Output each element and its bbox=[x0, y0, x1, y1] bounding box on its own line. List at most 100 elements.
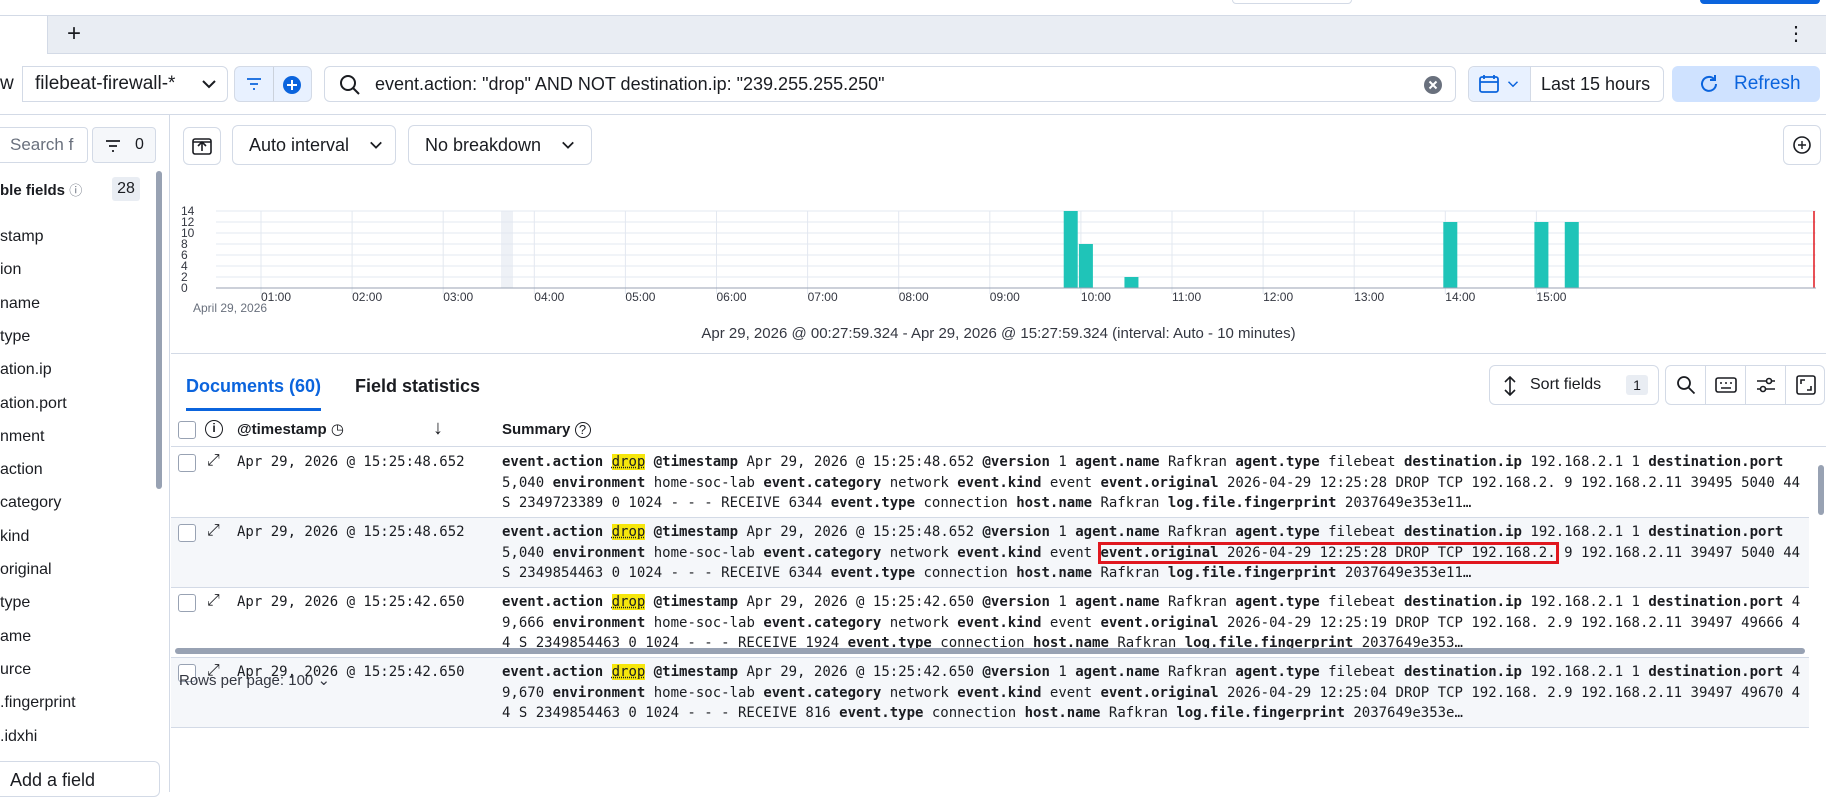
sidebar-field-item[interactable]: kind bbox=[0, 528, 29, 546]
row-timestamp: Apr 29, 2026 @ 15:25:48.652 bbox=[237, 524, 465, 540]
breakdown-select[interactable]: No breakdown bbox=[408, 125, 592, 165]
search-icon bbox=[339, 74, 361, 96]
field-filter-button[interactable]: 0 bbox=[92, 127, 156, 163]
sort-fields-label: Sort fields bbox=[1530, 366, 1601, 404]
main-panel: Auto interval No breakdown 14 12 10 8 6 4 2 0 01… bbox=[171, 115, 1826, 792]
expand-icon[interactable]: ⤢ bbox=[207, 522, 220, 540]
filter-icon bbox=[105, 139, 121, 153]
breakdown-label: No breakdown bbox=[425, 126, 541, 164]
table-row[interactable]: ⤢ Apr 29, 2026 @ 15:25:42.650 event.action… bbox=[171, 658, 1809, 728]
sort-desc-icon[interactable]: ↓ bbox=[433, 417, 443, 440]
chart-settings-icon bbox=[1792, 135, 1812, 155]
sidebar-field-item[interactable]: nment bbox=[0, 428, 44, 446]
expand-icon[interactable]: ⤢ bbox=[207, 592, 220, 610]
search-button[interactable] bbox=[1666, 366, 1706, 404]
filter-options-icon[interactable] bbox=[246, 77, 262, 91]
expand-icon[interactable]: ⤢ bbox=[207, 452, 220, 470]
sidebar-field-item[interactable]: urce bbox=[0, 661, 31, 679]
row-checkbox[interactable] bbox=[178, 594, 196, 612]
available-fields-header[interactable]: ble fields ⓘ bbox=[0, 180, 82, 199]
summary-column-header[interactable]: Summary ? bbox=[502, 413, 591, 447]
x-tick-label: 03:00 bbox=[443, 290, 473, 304]
query-bar: w filebeat-firewall-* event.action: "dro… bbox=[0, 62, 1826, 106]
sidebar-field-item[interactable]: name bbox=[0, 295, 40, 313]
sidebar-field-item[interactable]: type bbox=[0, 328, 30, 346]
x-tick-label: 09:00 bbox=[990, 290, 1020, 304]
info-icon: ⓘ bbox=[69, 183, 82, 198]
table-horizontal-scrollbar[interactable] bbox=[171, 648, 1811, 654]
x-tick-label: 02:00 bbox=[352, 290, 382, 304]
summary-text: event.original 2026-04-29 12:25:28 DROP … bbox=[1101, 475, 1556, 491]
sidebar-scrollbar[interactable] bbox=[156, 171, 162, 489]
divider bbox=[273, 67, 274, 101]
export-chart-button[interactable] bbox=[183, 127, 221, 165]
sort-fields-button[interactable]: Sort fields 1 bbox=[1489, 365, 1659, 405]
histogram-chart[interactable]: 1412108642001:00 02:00 03:00 04:00 05:00 06:0… bbox=[171, 175, 1826, 375]
clock-icon: ◷ bbox=[331, 421, 344, 438]
query-input[interactable]: event.action: "drop" AND NOT destination… bbox=[324, 66, 1456, 102]
y-tick-label: 0 bbox=[181, 281, 188, 295]
tab-field-statistics[interactable]: Field statistics bbox=[355, 361, 480, 411]
refresh-icon bbox=[1698, 74, 1720, 94]
add-field-label: Add a field bbox=[10, 762, 95, 798]
refresh-button[interactable]: Refresh bbox=[1672, 66, 1820, 102]
display-settings-button[interactable] bbox=[1746, 366, 1786, 404]
refresh-label: Refresh bbox=[1734, 66, 1801, 102]
tab-documents[interactable]: Documents (60) bbox=[186, 361, 321, 411]
chart-bar bbox=[1064, 211, 1078, 288]
sidebar-field-item[interactable]: .fingerprint bbox=[0, 694, 76, 712]
quick-menu-button[interactable] bbox=[1469, 67, 1531, 101]
timestamp-column-header[interactable]: @timestamp ◷ bbox=[237, 413, 344, 447]
clear-icon[interactable] bbox=[1423, 75, 1443, 95]
row-summary: event.action drop @timestamp Apr 29, 202… bbox=[502, 592, 1802, 656]
sidebar-field-item[interactable]: type bbox=[0, 594, 30, 612]
date-picker[interactable]: Last 15 hours bbox=[1468, 66, 1664, 102]
rows-per-page[interactable]: Rows per page: 100 ⌄ bbox=[179, 671, 330, 689]
sort-icon bbox=[1502, 376, 1518, 396]
summary-text: event.original 2026-04-29 12:25:19 DROP … bbox=[1101, 615, 1539, 631]
field-sidebar: Search f 0 ble fields ⓘ 28 stamp ion name t… bbox=[0, 115, 170, 792]
top-header bbox=[0, 0, 1826, 16]
chevron-down-icon bbox=[369, 138, 383, 152]
sidebar-field-item[interactable]: original bbox=[0, 561, 52, 579]
interval-select[interactable]: Auto interval bbox=[232, 125, 396, 165]
sidebar-field-item[interactable]: .idxhi bbox=[0, 728, 37, 746]
chevron-down-icon: ⌄ bbox=[317, 672, 330, 689]
dataview-label: filebeat-firewall-* bbox=[35, 67, 175, 101]
header-button[interactable] bbox=[1232, 0, 1352, 4]
field-search-input[interactable]: Search f bbox=[0, 127, 88, 163]
add-filter-icon[interactable] bbox=[282, 75, 302, 95]
more-options-icon[interactable]: ⋮ bbox=[1786, 24, 1798, 46]
select-all-checkbox[interactable] bbox=[178, 421, 196, 439]
divider bbox=[171, 353, 1826, 354]
row-checkbox[interactable] bbox=[178, 454, 196, 472]
help-icon: ? bbox=[575, 422, 591, 438]
highlighted-event-original: event.original 2026-04-29 12:25:28 DROP … bbox=[1101, 545, 1556, 561]
table-row[interactable]: ⤢ Apr 29, 2026 @ 15:25:48.652 event.action… bbox=[171, 448, 1809, 518]
chart-options-button[interactable] bbox=[1783, 125, 1821, 165]
x-tick-label: 10:00 bbox=[1081, 290, 1111, 304]
dataview-selector[interactable]: filebeat-firewall-* bbox=[22, 66, 228, 102]
filter-count: 0 bbox=[135, 128, 144, 162]
sidebar-field-item[interactable]: ion bbox=[0, 261, 21, 279]
table-vertical-scrollbar[interactable] bbox=[1818, 449, 1824, 649]
summary-text: event.action bbox=[502, 664, 612, 680]
sidebar-field-item[interactable]: ation.ip bbox=[0, 361, 52, 379]
highlight-match: drop bbox=[612, 454, 646, 470]
tab-bar-gutter bbox=[0, 16, 48, 54]
chart-bar bbox=[1565, 222, 1579, 288]
sidebar-field-item[interactable]: ation.port bbox=[0, 395, 67, 413]
add-tab-button[interactable]: + bbox=[62, 20, 86, 48]
fullscreen-button[interactable] bbox=[1786, 366, 1826, 404]
row-summary: event.action drop @timestamp Apr 29, 202… bbox=[502, 662, 1802, 726]
sidebar-field-item[interactable]: stamp bbox=[0, 228, 44, 246]
table-row[interactable]: ⤢ Apr 29, 2026 @ 15:25:48.652 event.action… bbox=[171, 518, 1809, 588]
sidebar-field-item[interactable]: category bbox=[0, 494, 61, 512]
info-icon: i bbox=[205, 420, 223, 438]
sidebar-field-item[interactable]: ame bbox=[0, 628, 31, 646]
sort-count-badge: 1 bbox=[1626, 375, 1648, 395]
sidebar-field-item[interactable]: action bbox=[0, 461, 43, 479]
header-primary-button[interactable] bbox=[1700, 0, 1820, 4]
row-checkbox[interactable] bbox=[178, 524, 196, 542]
keyboard-shortcuts-button[interactable] bbox=[1706, 366, 1746, 404]
